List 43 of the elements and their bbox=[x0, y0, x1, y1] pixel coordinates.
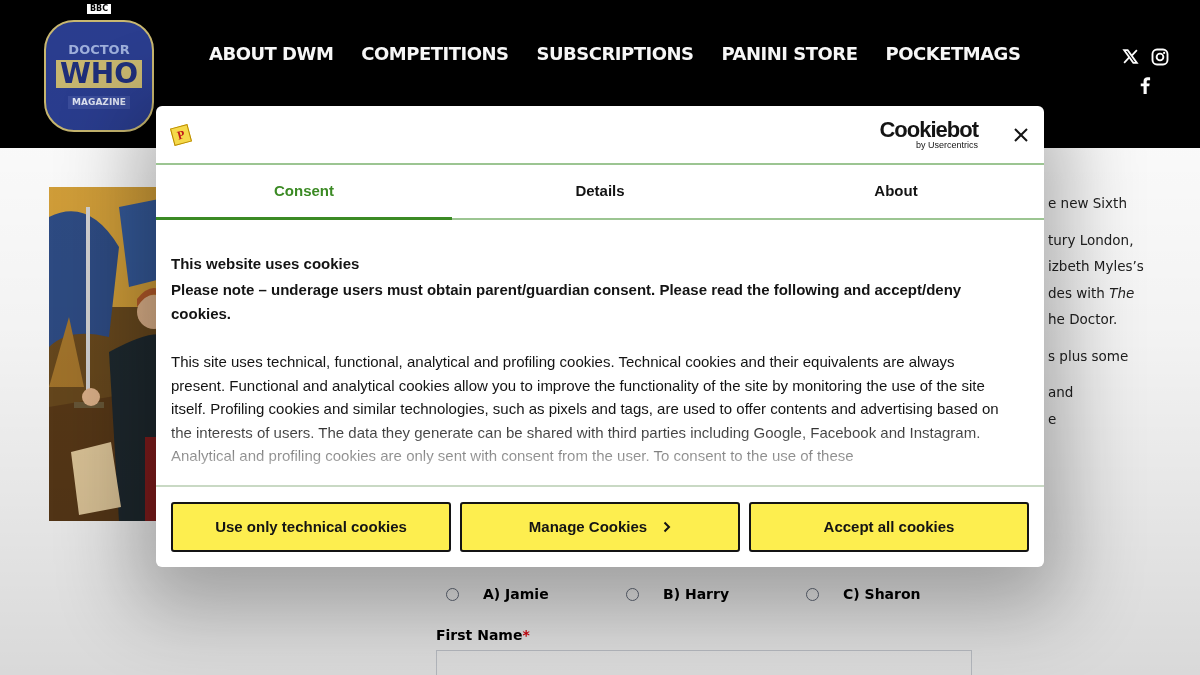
logo-text: DOCTOR bbox=[68, 43, 130, 56]
facebook-icon[interactable] bbox=[1139, 77, 1151, 94]
radio-button[interactable] bbox=[806, 588, 819, 601]
option-label: C) Sharon bbox=[843, 585, 921, 604]
cookie-description: This site uses technical, functional, analytical and profiling cookies. Technical cookies and their equivalents are always present. Functional and analytical cookies allow you to improve the functionality of the site by monitoring the use of the site itself. Profiling cookies and similar technologies, such as pixels and tags, are used to offer contents and advertising based on the interests of users. The data they generate can be shared with third parties including Google, Facebook and Instagram. Analytical and profiling cookies are only sent with consent from the user. To consent to the use of these bbox=[171, 352, 1000, 466]
brand-subtext: by Usercentrics bbox=[916, 141, 978, 150]
instagram-icon[interactable] bbox=[1150, 48, 1169, 66]
required-mark: * bbox=[522, 626, 530, 645]
article-text: izbeth Myles’s bbox=[1048, 257, 1145, 276]
brand-text: Cookiebot bbox=[879, 119, 978, 141]
article-text: and bbox=[1048, 383, 1075, 402]
logo-text: MAGAZINE bbox=[68, 96, 130, 109]
tab[interactable]: About bbox=[748, 165, 1044, 218]
option-label: A) Jamie bbox=[483, 585, 549, 604]
cookie-button[interactable]: Accept all cookies bbox=[749, 502, 1029, 552]
dialog-heading: This website uses cookies bbox=[171, 254, 361, 274]
tab[interactable]: Details bbox=[452, 165, 748, 218]
nav-link[interactable]: PANINI STORE bbox=[721, 40, 858, 67]
nav-link[interactable]: COMPETITIONS bbox=[361, 40, 509, 67]
cookie-button[interactable]: Manage Cookies bbox=[460, 502, 740, 552]
cookiebot-logo[interactable]: Cookiebot by Usercentrics bbox=[879, 119, 978, 150]
field-label: First Name bbox=[436, 626, 523, 645]
option-label: B) Harry bbox=[663, 585, 730, 604]
radio-button[interactable] bbox=[626, 588, 639, 601]
x-logo-icon[interactable] bbox=[1121, 48, 1139, 65]
cookie-button[interactable]: Use only technical cookies bbox=[171, 502, 451, 552]
logo-text: WHO bbox=[55, 60, 143, 88]
article-text: des with The bbox=[1048, 283, 1136, 303]
nav-link[interactable]: POCKETMAGS bbox=[885, 40, 1021, 67]
article-text: e new Sixth bbox=[1048, 194, 1128, 213]
tab[interactable]: Consent bbox=[156, 165, 452, 220]
nav-link[interactable]: ABOUT DWM bbox=[209, 40, 334, 67]
article-text: he Doctor. bbox=[1048, 310, 1119, 329]
publisher-logo: P bbox=[170, 123, 192, 146]
article-text: e bbox=[1048, 409, 1058, 429]
article-text: s plus some bbox=[1048, 346, 1130, 366]
logo-text: BBC bbox=[86, 4, 112, 14]
nav-link[interactable]: SUBSCRIPTIONS bbox=[536, 40, 694, 67]
radio-button[interactable] bbox=[446, 588, 459, 601]
close-icon[interactable] bbox=[1014, 127, 1028, 142]
chevron-icon bbox=[663, 521, 672, 533]
article-text: tury London, bbox=[1048, 230, 1135, 250]
consent-note: Please note – underage users must obtain parent/guardian consent. Please read the following and accept/deny cookies. bbox=[171, 280, 963, 324]
